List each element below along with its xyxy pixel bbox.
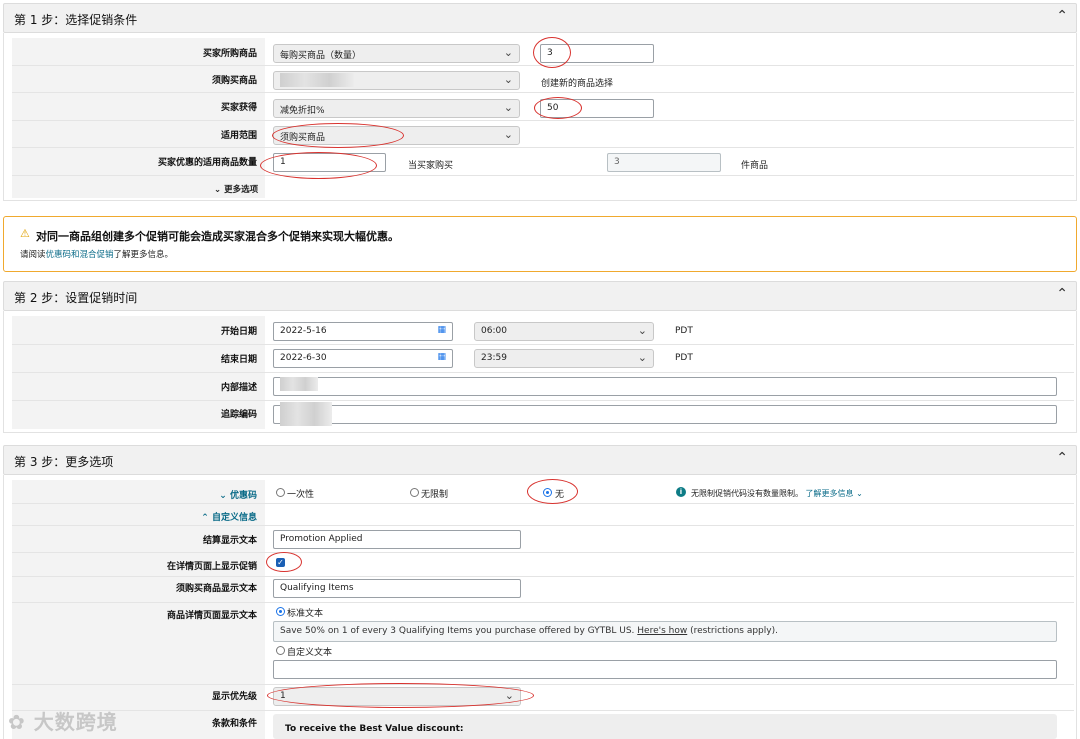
annotation-circle xyxy=(534,97,582,119)
custom-text-radio[interactable] xyxy=(276,646,285,655)
step1-header[interactable]: 第 1 步：选择促销条件 ⌃ xyxy=(3,3,1077,33)
detail-text-label: 商品详情页面显示文本 xyxy=(166,611,257,621)
start-date-label: 开始日期 xyxy=(220,327,257,337)
coupon-unlimited-label: 无限制 xyxy=(421,490,449,500)
chevron-down-icon: ⌄ xyxy=(637,351,647,364)
buyer-purchase-label: 买家所购商品 xyxy=(202,49,257,59)
terms-heading: To receive the Best Value discount: xyxy=(285,724,464,734)
end-timezone: PDT xyxy=(675,353,693,363)
redacted-value xyxy=(280,377,318,391)
required-items-label: 须购买商品 xyxy=(211,76,257,86)
step3-title: 第 3 步：更多选项 xyxy=(14,455,114,469)
coupon-once-label: 一次性 xyxy=(287,490,315,500)
start-timezone: PDT xyxy=(675,326,693,336)
info-icon: i xyxy=(676,487,686,497)
coupon-info-text: 无限制促销代码没有数量限制。 了解更多信息 ⌄ xyxy=(691,489,863,498)
step2-header[interactable]: 第 2 步：设置促销时间 ⌃ xyxy=(3,281,1077,311)
internal-desc-input[interactable] xyxy=(273,377,1057,396)
annotation-circle xyxy=(267,683,534,708)
chevron-up-icon[interactable]: ⌃ xyxy=(1056,8,1068,24)
custom-text-input[interactable] xyxy=(273,660,1057,679)
qualifying-text-input[interactable]: Qualifying Items xyxy=(273,579,521,598)
coupon-mixing-link[interactable]: 优惠码和混合促销 xyxy=(46,250,114,260)
calendar-icon[interactable]: ▦ xyxy=(437,352,446,362)
chevron-down-icon: ⌄ xyxy=(503,101,513,114)
step2-title: 第 2 步：设置促销时间 xyxy=(14,291,138,305)
chevron-down-icon: ⌄ xyxy=(856,489,863,498)
coupon-once-radio[interactable] xyxy=(276,488,285,497)
warning-body: 请阅读优惠码和混合促销了解更多信息。 xyxy=(20,250,174,260)
buyer-purchase-select[interactable]: 每购买商品（数量） ⌄ xyxy=(273,44,520,63)
learn-more-link[interactable]: 了解更多信息 xyxy=(806,489,854,498)
standard-text-radio[interactable] xyxy=(276,607,285,616)
standard-text-preview: Save 50% on 1 of every 3 Qualifying Item… xyxy=(273,621,1057,642)
start-time-select[interactable]: 06:00 ⌄ xyxy=(474,322,654,341)
annotation-circle xyxy=(272,123,404,148)
when-buyer-buys-text: 当买家购买 xyxy=(408,161,454,171)
warning-icon: ⚠ xyxy=(20,227,30,240)
checkout-text-input[interactable]: Promotion Applied xyxy=(273,530,521,549)
annotation-circle xyxy=(527,479,578,504)
annotation-circle xyxy=(533,37,571,68)
calendar-icon[interactable]: ▦ xyxy=(437,325,446,335)
annotation-circle xyxy=(266,552,302,572)
redacted-value xyxy=(280,73,354,87)
scope-label: 适用范围 xyxy=(220,131,257,141)
custom-text-label: 自定义文本 xyxy=(287,648,333,658)
step3-header[interactable]: 第 3 步：更多选项 ⌃ xyxy=(3,445,1077,475)
standard-text-label: 标准文本 xyxy=(287,609,324,619)
end-date-label: 结束日期 xyxy=(220,355,257,365)
more-options-toggle[interactable]: ⌄ 更多选项 xyxy=(214,183,258,195)
watermark-logo-icon: ✿ xyxy=(8,710,26,734)
chevron-up-icon[interactable]: ⌃ xyxy=(1056,450,1068,466)
qualifying-text-label: 须购买商品显示文本 xyxy=(175,584,257,594)
terms-box: To receive the Best Value discount: xyxy=(273,714,1057,739)
tracking-code-label: 追踪编码 xyxy=(220,410,257,420)
buyer-gets-label: 买家获得 xyxy=(220,103,257,113)
chevron-down-icon: ⌄ xyxy=(503,128,513,141)
qty-applied-label: 买家优惠的适用商品数量 xyxy=(157,158,257,168)
end-time-select[interactable]: 23:59 ⌄ xyxy=(474,349,654,368)
watermark: ✿ 大数跨境 xyxy=(8,710,118,734)
annotation-circle xyxy=(260,152,377,179)
coupon-toggle[interactable]: ⌄ 优惠码 xyxy=(12,488,257,501)
end-date-input[interactable]: 2022-6-30 ▦ xyxy=(273,349,453,368)
create-item-selection-link[interactable]: 创建新的商品选择 xyxy=(541,76,613,89)
internal-desc-label: 内部描述 xyxy=(220,383,257,393)
warning-banner: ⚠ 对同一商品组创建多个促销可能会造成买家混合多个促销来实现大幅优惠。 请阅读优… xyxy=(3,216,1077,272)
step1-label-column xyxy=(12,38,265,198)
buy-qty-readonly: 3 xyxy=(607,153,721,172)
redacted-value xyxy=(280,402,332,426)
buyer-gets-select[interactable]: 减免折扣% ⌄ xyxy=(273,99,520,118)
show-on-detail-label: 在详情页面上显示促销 xyxy=(166,562,257,572)
items-suffix-text: 件商品 xyxy=(741,161,769,171)
chevron-up-icon[interactable]: ⌃ xyxy=(1056,286,1068,302)
checkout-text-label: 结算显示文本 xyxy=(202,536,257,546)
chevron-down-icon: ⌄ xyxy=(637,324,647,337)
custom-info-toggle[interactable]: ⌃ 自定义信息 xyxy=(12,510,257,523)
warning-title: 对同一商品组创建多个促销可能会造成买家混合多个促销来实现大幅优惠。 xyxy=(36,230,399,243)
step1-title: 第 1 步：选择促销条件 xyxy=(14,13,138,27)
chevron-down-icon: ⌄ xyxy=(503,46,513,59)
coupon-unlimited-radio[interactable] xyxy=(410,488,419,497)
tracking-code-input[interactable] xyxy=(273,405,1057,424)
start-date-input[interactable]: 2022-5-16 ▦ xyxy=(273,322,453,341)
priority-label: 显示优先级 xyxy=(211,692,257,702)
chevron-down-icon: ⌄ xyxy=(503,73,513,86)
heres-how-link[interactable]: Here's how xyxy=(637,626,687,636)
